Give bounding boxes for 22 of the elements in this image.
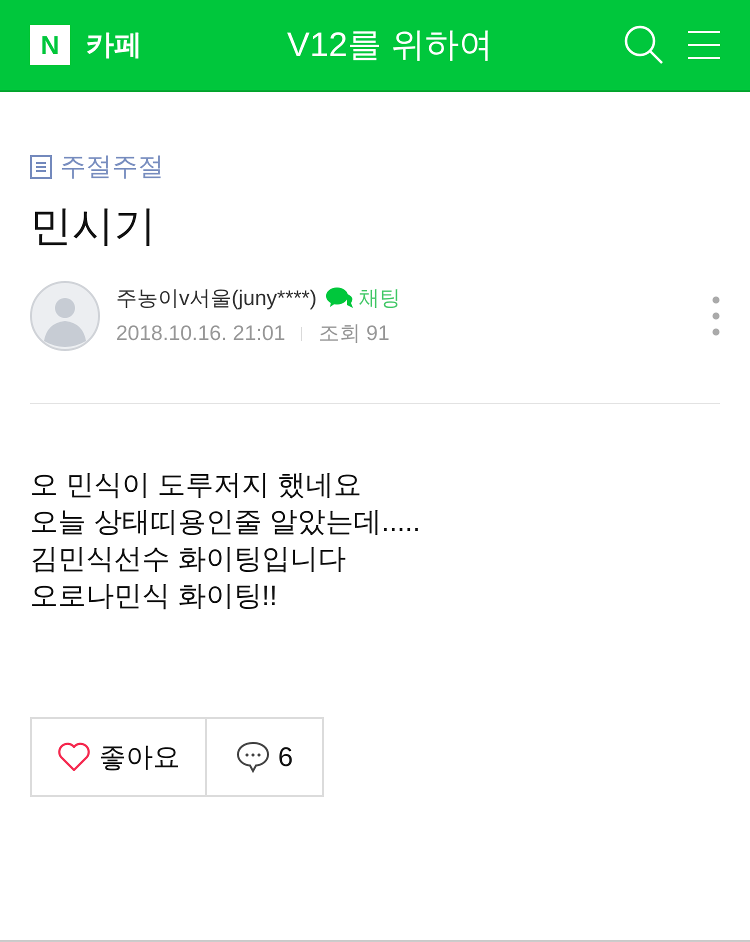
comment-button[interactable]: 6 (207, 717, 324, 797)
more-icon[interactable] (712, 296, 720, 336)
body-line: 오로나민식 화이팅!! (30, 579, 278, 613)
body-line: 김민식선수 화이팅입니다 (30, 542, 347, 576)
like-button[interactable]: 좋아요 (30, 717, 207, 797)
view-count: 조회 91 (318, 321, 390, 347)
logo[interactable]: N (30, 25, 70, 65)
post-date: 2018.10.16. 21:01 (116, 321, 286, 347)
search-icon[interactable] (624, 25, 664, 65)
body-line: 오 민식이 도루저지 했네요 (30, 468, 362, 502)
cafe-title[interactable]: V12를 위하여 (200, 20, 580, 70)
comment-icon (236, 740, 270, 774)
post-title: 민시기 (30, 201, 157, 251)
menu-icon[interactable] (688, 30, 720, 60)
body-line: 오늘 상태띠용인줄 알았는데..... (30, 505, 422, 539)
category-link[interactable]: 주절주절 (60, 147, 164, 186)
chat-icon[interactable] (324, 286, 355, 310)
service-name[interactable]: 카페 (86, 24, 142, 66)
avatar-icon[interactable] (30, 281, 100, 351)
chat-link[interactable]: 채팅 (358, 282, 401, 314)
author-name[interactable]: 주농이v서울(juny****) (116, 282, 317, 314)
list-icon (30, 154, 52, 178)
